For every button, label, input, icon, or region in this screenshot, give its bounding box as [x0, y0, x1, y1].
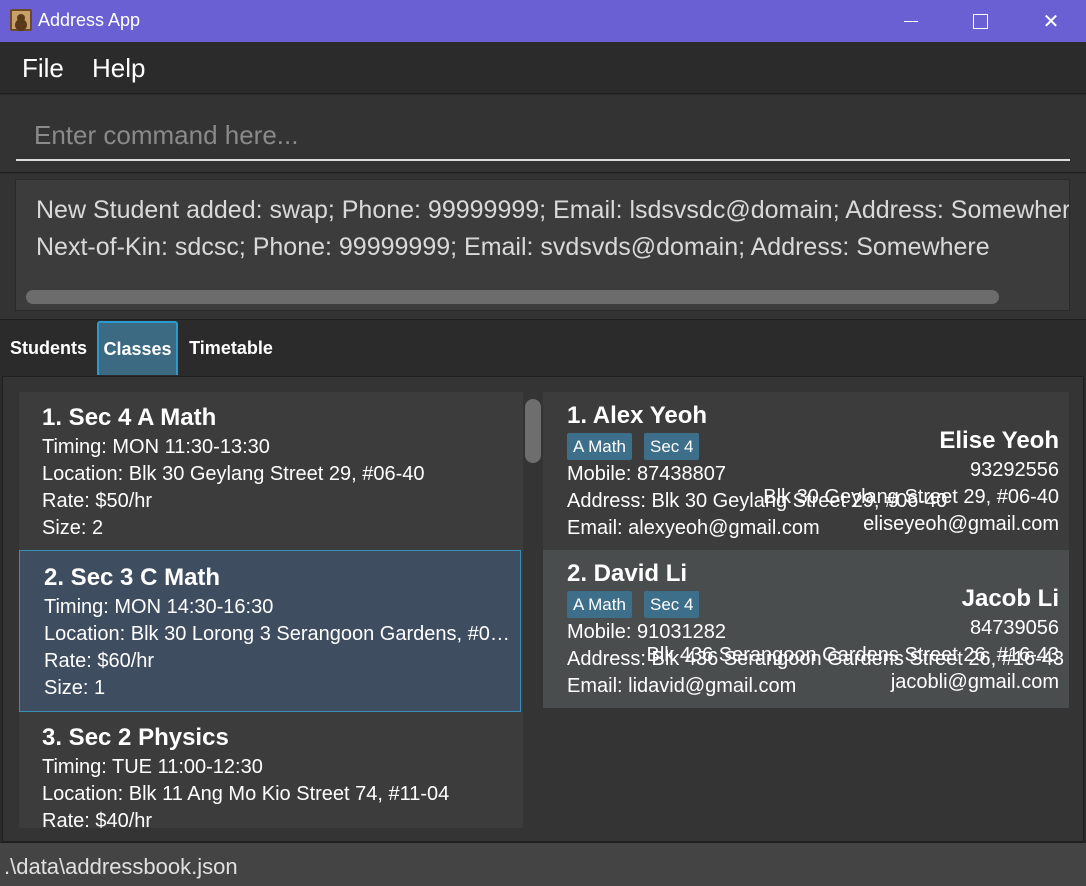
- student-mobile: Mobile: 91031282: [567, 621, 727, 643]
- menu-file[interactable]: File: [22, 53, 64, 84]
- tab-content: 1. Sec 4 A Math Timing: MON 11:30-13:30 …: [2, 376, 1084, 842]
- maximize-icon: [972, 13, 988, 29]
- class-title: 1. Sec 4 A Math: [42, 404, 217, 431]
- nok-address: Blk 30 Geylang Street 29, #06-40: [763, 486, 1059, 508]
- nok-name: Jacob Li: [961, 585, 1059, 612]
- menu-help[interactable]: Help: [92, 53, 145, 84]
- horizontal-scrollbar[interactable]: [26, 290, 999, 304]
- tab-timetable[interactable]: Timetable: [178, 321, 284, 375]
- student-email: Email: alexyeoh@gmail.com: [567, 517, 820, 539]
- tab-bar: Students Classes Timetable: [0, 321, 1086, 376]
- window-title: Address App: [38, 10, 141, 30]
- class-location: Location: Blk 11 Ang Mo Kio Street 74, #…: [42, 783, 450, 805]
- result-display: New Student added: swap; Phone: 99999999…: [0, 174, 1086, 320]
- address-book-icon: [10, 9, 32, 31]
- student-card[interactable]: 2. David Li A Math Sec 4 Mobile: 9103128…: [543, 550, 1069, 708]
- class-card[interactable]: 2. Sec 3 C Math Timing: MON 14:30-16:30 …: [19, 550, 521, 712]
- class-student-list: 1. Alex Yeoh A Math Sec 4 Mobile: 874388…: [543, 392, 1069, 710]
- class-location: Location: Blk 30 Geylang Street 29, #06-…: [42, 463, 425, 485]
- result-line: New Student added: swap; Phone: 99999999…: [36, 196, 1070, 224]
- menu-bar: File Help: [0, 42, 1086, 94]
- minimize-button[interactable]: [876, 0, 946, 42]
- status-bar: .\data\addressbook.json: [0, 842, 1086, 886]
- student-name: 2. David Li: [567, 560, 688, 587]
- title-bar: Address App ✕: [0, 0, 1086, 42]
- nok-email: eliseyeoh@gmail.com: [863, 513, 1059, 535]
- class-list: 1. Sec 4 A Math Timing: MON 11:30-13:30 …: [19, 392, 523, 828]
- class-rate: Rate: $50/hr: [42, 490, 153, 512]
- class-location: Location: Blk 30 Lorong 3 Serangoon Gard…: [44, 623, 510, 645]
- command-input[interactable]: [16, 111, 1070, 161]
- tag-level: Sec 4: [644, 433, 700, 460]
- class-card[interactable]: 1. Sec 4 A Math Timing: MON 11:30-13:30 …: [19, 392, 521, 552]
- class-timing: Timing: MON 14:30-16:30: [44, 596, 274, 618]
- tag-subject: A Math: [567, 433, 632, 460]
- class-title: 2. Sec 3 C Math: [44, 564, 221, 591]
- student-name: 1. Alex Yeoh: [567, 402, 708, 429]
- student-mobile: Mobile: 87438807: [567, 463, 727, 485]
- result-text-area[interactable]: New Student added: swap; Phone: 99999999…: [15, 179, 1070, 311]
- class-title: 3. Sec 2 Physics: [42, 724, 229, 751]
- minimize-icon: [904, 20, 918, 22]
- student-card[interactable]: 1. Alex Yeoh A Math Sec 4 Mobile: 874388…: [543, 392, 1069, 550]
- tag-subject: A Math: [567, 591, 632, 618]
- class-timing: Timing: TUE 11:00-12:30: [42, 756, 263, 778]
- nok-phone: 84739056: [970, 617, 1059, 639]
- class-size: Size: 1: [44, 677, 106, 699]
- class-card[interactable]: 3. Sec 2 Physics Timing: TUE 11:00-12:30…: [19, 712, 521, 828]
- student-email: Email: lidavid@gmail.com: [567, 675, 797, 697]
- class-size: Size: 2: [42, 517, 104, 539]
- tag-level: Sec 4: [644, 591, 700, 618]
- command-box: [0, 95, 1086, 173]
- nok-email: jacobli@gmail.com: [890, 671, 1059, 693]
- close-icon: ✕: [1042, 10, 1060, 33]
- class-timing: Timing: MON 11:30-13:30: [42, 436, 270, 458]
- maximize-button[interactable]: [945, 0, 1015, 42]
- nok-name: Elise Yeoh: [939, 427, 1059, 454]
- save-location: .\data\addressbook.json: [4, 854, 238, 879]
- class-rate: Rate: $60/hr: [44, 650, 155, 672]
- result-line: Next-of-Kin: sdcsc; Phone: 99999999; Ema…: [36, 233, 990, 261]
- nok-address: Blk 436 Serangoon Gardens Street 26, #16…: [646, 644, 1060, 666]
- class-rate: Rate: $40/hr: [42, 810, 153, 828]
- vertical-scrollbar[interactable]: [525, 399, 541, 463]
- tab-students[interactable]: Students: [0, 321, 97, 375]
- close-button[interactable]: ✕: [1016, 0, 1086, 42]
- nok-phone: 93292556: [970, 459, 1059, 481]
- tab-classes[interactable]: Classes: [97, 321, 178, 375]
